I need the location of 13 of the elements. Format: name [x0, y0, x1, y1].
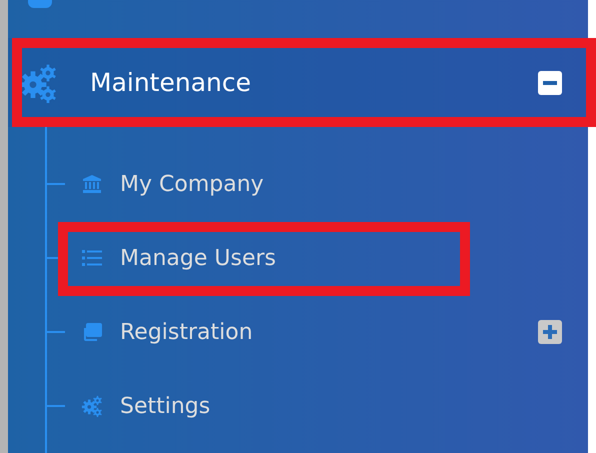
plus-icon	[543, 325, 557, 339]
bank-icon	[82, 174, 102, 194]
minus-icon	[543, 80, 557, 84]
menu-item[interactable]: My Company	[120, 172, 588, 196]
menu-label: Maintenance	[90, 68, 252, 97]
list-icon	[82, 249, 102, 267]
copies-icon	[82, 322, 102, 342]
collapse-button[interactable]	[538, 70, 562, 94]
menu-item[interactable]: Settings	[120, 394, 588, 418]
gears-icon	[81, 395, 103, 417]
menu-item[interactable]: Manage Users	[120, 246, 588, 270]
expand-button[interactable]	[538, 320, 562, 344]
menu-item[interactable]: Registration	[120, 320, 538, 344]
